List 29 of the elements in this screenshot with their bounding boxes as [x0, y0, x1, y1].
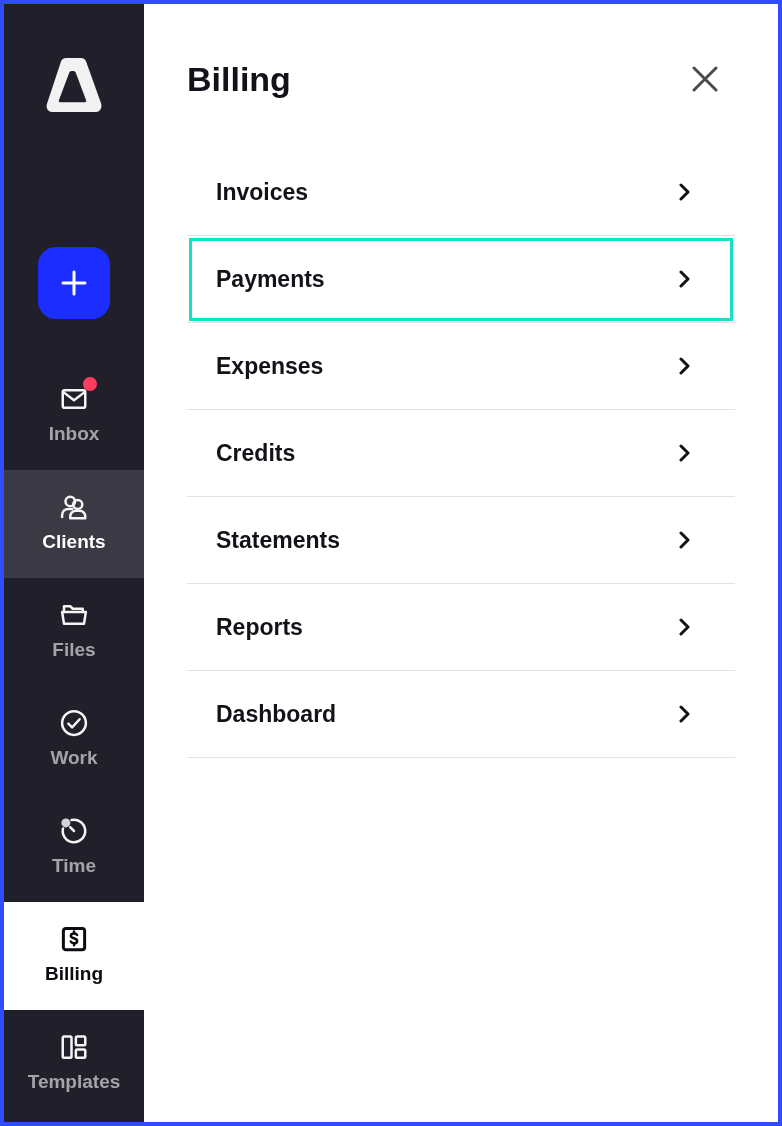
- menu-item[interactable]: Reports: [187, 584, 735, 671]
- menu-item[interactable]: Dashboard: [187, 671, 735, 758]
- menu-item[interactable]: Statements: [187, 497, 735, 584]
- menu-item[interactable]: Invoices: [187, 149, 735, 236]
- nav-item[interactable]: Time: [4, 794, 144, 902]
- check-circle-icon: [59, 707, 89, 738]
- menu-item[interactable]: Expenses: [187, 323, 735, 410]
- plus-icon: [61, 270, 87, 296]
- chevron-right-icon: [679, 270, 690, 288]
- chevron-right-icon: [679, 531, 690, 549]
- close-icon: [692, 66, 718, 92]
- close-button[interactable]: [690, 64, 720, 94]
- stopwatch-icon: [59, 815, 89, 846]
- nav-item[interactable]: Billing: [4, 902, 144, 1010]
- add-button[interactable]: [38, 247, 110, 319]
- logo-icon: [46, 58, 102, 112]
- menu-item[interactable]: Payments: [187, 236, 735, 323]
- nav-item[interactable]: Files: [4, 578, 144, 686]
- chevron-right-icon: [679, 618, 690, 636]
- chevron-right-icon: [679, 705, 690, 723]
- nav-item[interactable]: Inbox: [4, 362, 144, 470]
- chevron-right-icon: [679, 183, 690, 201]
- nav-item[interactable]: Work: [4, 686, 144, 794]
- chevron-right-icon: [679, 444, 690, 462]
- panel-title: Billing: [187, 58, 291, 100]
- nav-item[interactable]: Templates: [4, 1010, 144, 1118]
- nav-item[interactable]: Clients: [4, 470, 144, 578]
- chevron-right-icon: [679, 357, 690, 375]
- menu-item[interactable]: Credits: [187, 410, 735, 497]
